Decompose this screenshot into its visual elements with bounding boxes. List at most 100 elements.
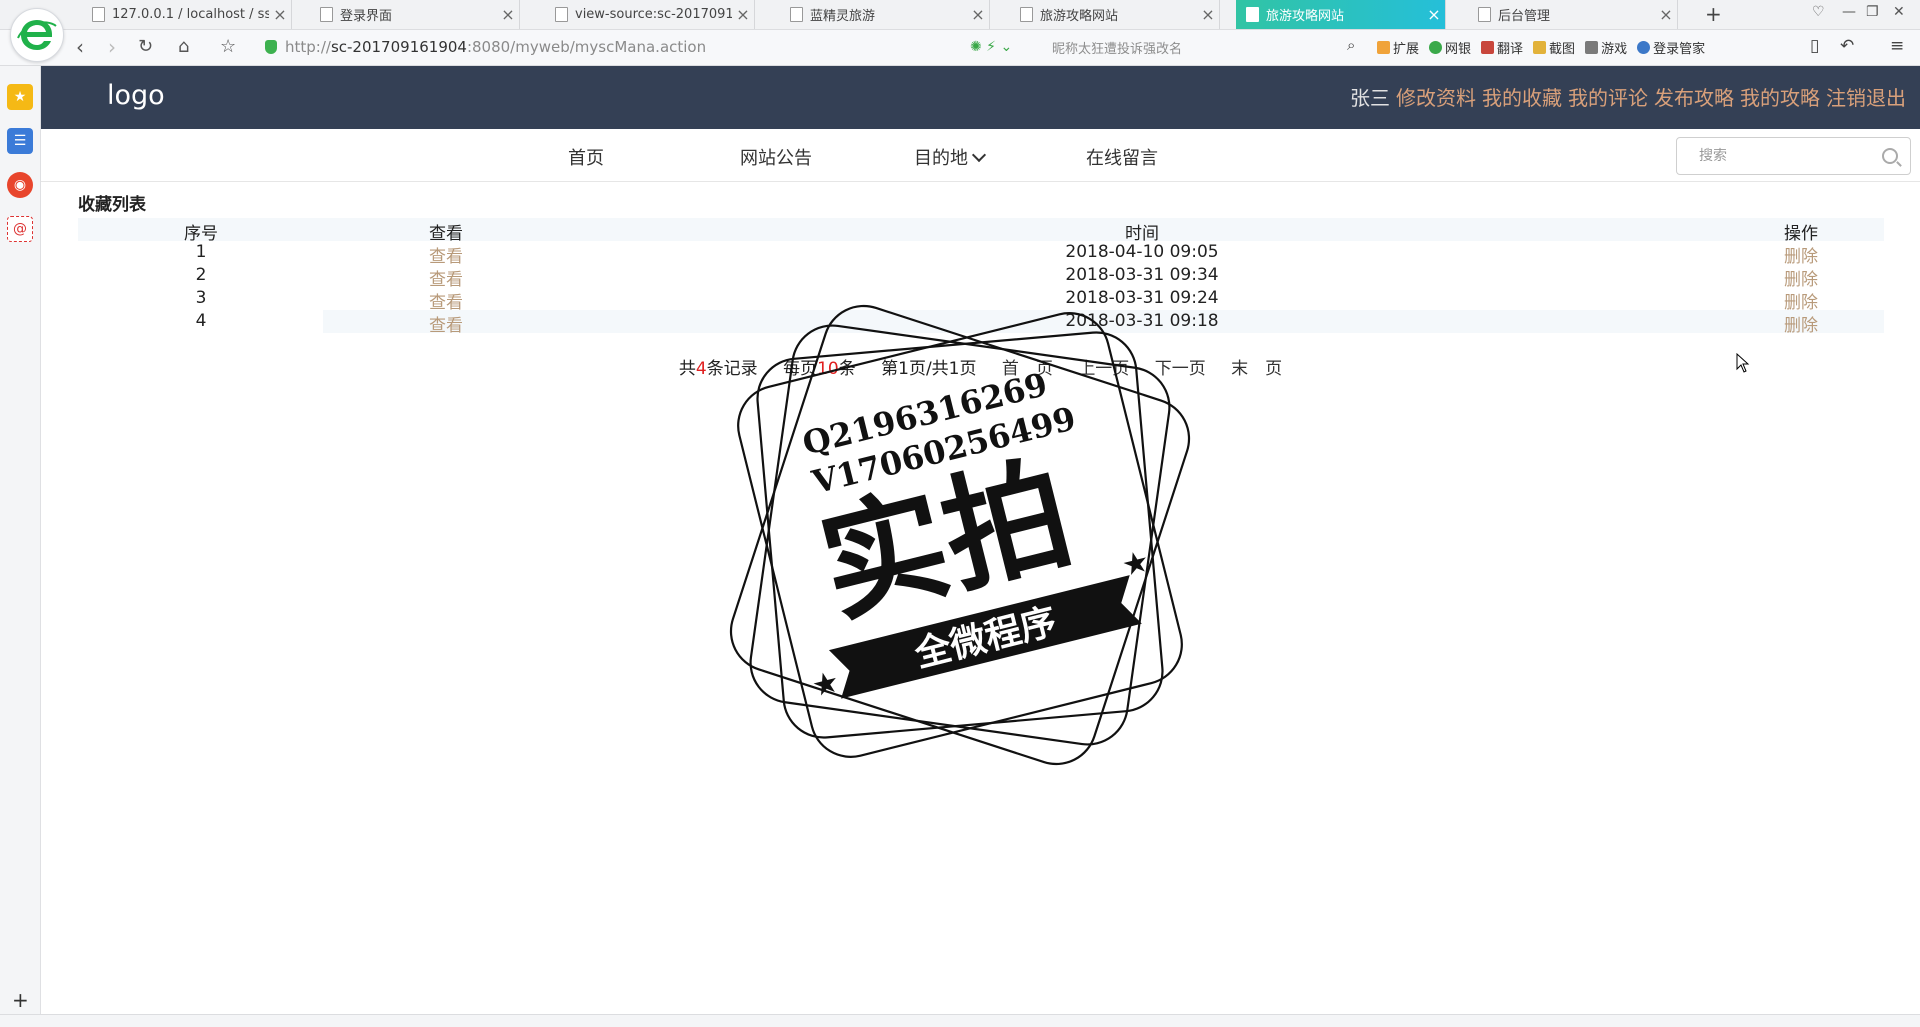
close-window-button[interactable]: ✕	[1893, 4, 1905, 20]
user-nav: 张三 修改资料 我的收藏 我的评论 发布攻略 我的攻略 注销退出	[1350, 82, 1906, 111]
main-nav: 首页 网站公告 目的地 在线留言	[41, 129, 1920, 182]
screenshot-button[interactable]: 截图	[1533, 38, 1575, 57]
delete-link[interactable]: 删除	[1784, 311, 1818, 336]
undo-icon[interactable]: ↶	[1840, 36, 1854, 56]
search-icon[interactable]: ⌕	[1347, 36, 1355, 54]
favorites-table: 序号 查看 时间 操作 1 查看 2018-04-10 09:05 删除 2 查…	[78, 218, 1884, 336]
url-field[interactable]: http://sc-201709161904:8080/myweb/myscMa…	[265, 36, 1025, 58]
page-icon	[1478, 7, 1491, 22]
close-icon[interactable]: ×	[732, 5, 754, 24]
add-sidebar-icon[interactable]: +	[12, 988, 29, 1012]
row-index: 2	[195, 265, 207, 285]
browser-tab-7[interactable]: 后台管理 ×	[1468, 0, 1678, 29]
mail-icon[interactable]: @	[7, 216, 33, 242]
home-icon[interactable]: ⌂	[178, 34, 189, 60]
search-icon[interactable]	[1882, 148, 1898, 164]
nav-notice[interactable]: 网站公告	[740, 144, 812, 170]
prev-page-link[interactable]: 上一页	[1078, 359, 1129, 379]
translate-button[interactable]: 翻译	[1481, 38, 1523, 57]
search-input[interactable]	[1697, 147, 1881, 165]
browser-toolbar: 扩展 网银 翻译 截图 游戏 登录管家	[1377, 38, 1705, 57]
maximize-button[interactable]: ❐	[1866, 4, 1879, 20]
my-favorites-link[interactable]: 我的收藏	[1482, 82, 1562, 111]
favorites-title: 收藏列表	[78, 195, 146, 215]
close-icon[interactable]: ×	[1423, 5, 1445, 24]
row-time: 2018-04-10 09:05	[1065, 242, 1219, 262]
per-page-label: 每页10条	[783, 359, 856, 379]
login-manager-button[interactable]: 登录管家	[1637, 38, 1705, 57]
favorites-star-icon[interactable]: ★	[7, 84, 33, 110]
first-page-link[interactable]: 首 页	[1002, 359, 1053, 379]
my-comments-link[interactable]: 我的评论	[1568, 82, 1648, 111]
login-manager-icon	[1637, 41, 1651, 54]
netbank-button[interactable]: 网银	[1429, 38, 1471, 57]
page-icon	[92, 7, 105, 22]
close-icon[interactable]: ×	[967, 5, 989, 24]
page-icon	[790, 7, 803, 22]
mouse-cursor-icon	[1736, 353, 1750, 373]
edit-profile-link[interactable]: 修改资料	[1396, 82, 1476, 111]
address-bar: ‹ › ↻ ⌂ ☆ http://sc-201709161904:8080/my…	[0, 30, 1920, 66]
browser-tab-bar: 127.0.0.1 / localhost / sshlvyou× 登录界面× …	[0, 0, 1920, 30]
games-button[interactable]: 游戏	[1585, 38, 1627, 57]
search-hint[interactable]: 昵称太狂遭投诉强改名	[1052, 38, 1352, 57]
nav-destination[interactable]: 目的地	[914, 144, 987, 170]
site-logo[interactable]: logo	[107, 80, 165, 111]
close-icon[interactable]: ×	[269, 5, 291, 24]
security-shield-icon	[265, 40, 277, 54]
skin-icon[interactable]: ♡	[1812, 4, 1825, 20]
games-icon	[1585, 41, 1599, 54]
browser-tab-2[interactable]: 登录界面 ×	[310, 0, 520, 29]
close-icon[interactable]: ×	[1655, 5, 1677, 24]
bookmark-star-icon[interactable]: ☆	[220, 34, 236, 60]
close-icon[interactable]: ×	[497, 5, 519, 24]
back-icon[interactable]: ‹	[76, 34, 84, 60]
site-header: logo 张三 修改资料 我的收藏 我的评论 发布攻略 我的攻略 注销退出	[41, 66, 1920, 129]
menu-icon[interactable]: ≡	[1890, 36, 1904, 56]
table-header-row: 序号 查看 时间 操作	[78, 218, 1884, 244]
reading-mode-icon[interactable]: ▯	[1810, 36, 1819, 56]
page-icon	[1246, 7, 1259, 22]
total-count: 4	[695, 359, 707, 379]
row-index: 3	[195, 288, 207, 308]
speed-mode-icon[interactable]: ✺ ⚡ ⌄	[970, 39, 1012, 55]
extensions-icon	[1377, 41, 1390, 54]
screenshot-icon	[1533, 41, 1547, 54]
browser-tab-1[interactable]: 127.0.0.1 / localhost / sshlvyou×	[82, 0, 292, 29]
logout-link[interactable]: 注销退出	[1826, 82, 1906, 111]
table-row: 1 查看 2018-04-10 09:05 删除	[78, 241, 1884, 267]
browser-tab-3[interactable]: view-source:sc-201709161904×	[545, 0, 755, 29]
next-page-link[interactable]: 下一页	[1155, 359, 1206, 379]
reload-icon[interactable]: ↻	[138, 34, 153, 60]
extensions-button[interactable]: 扩展	[1377, 38, 1419, 57]
browser-tab-5[interactable]: 旅游攻略网站 ×	[1010, 0, 1220, 29]
site-search	[1676, 137, 1911, 175]
reading-list-icon[interactable]: ☰	[7, 128, 33, 154]
browser-tab-4[interactable]: 蓝精灵旅游 ×	[780, 0, 990, 29]
nav-message[interactable]: 在线留言	[1086, 144, 1158, 170]
weibo-icon[interactable]: ◉	[7, 172, 33, 198]
page-icon	[555, 7, 568, 22]
new-tab-button[interactable]: +	[1705, 2, 1722, 26]
per-page-count: 10	[817, 359, 839, 379]
view-link[interactable]: 查看	[429, 311, 463, 336]
row-time: 2018-03-31 09:24	[1065, 288, 1219, 308]
user-name: 张三	[1350, 86, 1390, 110]
close-icon[interactable]: ×	[1197, 5, 1219, 24]
table-row: 2 查看 2018-03-31 09:34 删除	[78, 264, 1884, 290]
forward-icon[interactable]: ›	[108, 34, 116, 60]
chevron-down-icon	[971, 147, 987, 163]
publish-guide-link[interactable]: 发布攻略	[1654, 82, 1734, 111]
nav-destination-label: 目的地	[914, 148, 968, 169]
browser-tab-6-active[interactable]: 旅游攻略网站 ×	[1236, 0, 1446, 29]
row-index: 1	[195, 242, 207, 262]
browser-status-bar	[0, 1014, 1920, 1027]
minimize-button[interactable]: —	[1842, 4, 1856, 20]
row-time: 2018-03-31 09:18	[1065, 311, 1219, 331]
netbank-icon	[1429, 41, 1443, 54]
pagination: 共4条记录 每页10条 第1页/共1页 首 页 上一页 下一页 末 页	[41, 354, 1920, 379]
nav-home[interactable]: 首页	[568, 144, 604, 170]
my-guides-link[interactable]: 我的攻略	[1740, 82, 1820, 111]
last-page-link[interactable]: 末 页	[1231, 359, 1282, 379]
browser-logo-icon[interactable]	[10, 8, 64, 62]
